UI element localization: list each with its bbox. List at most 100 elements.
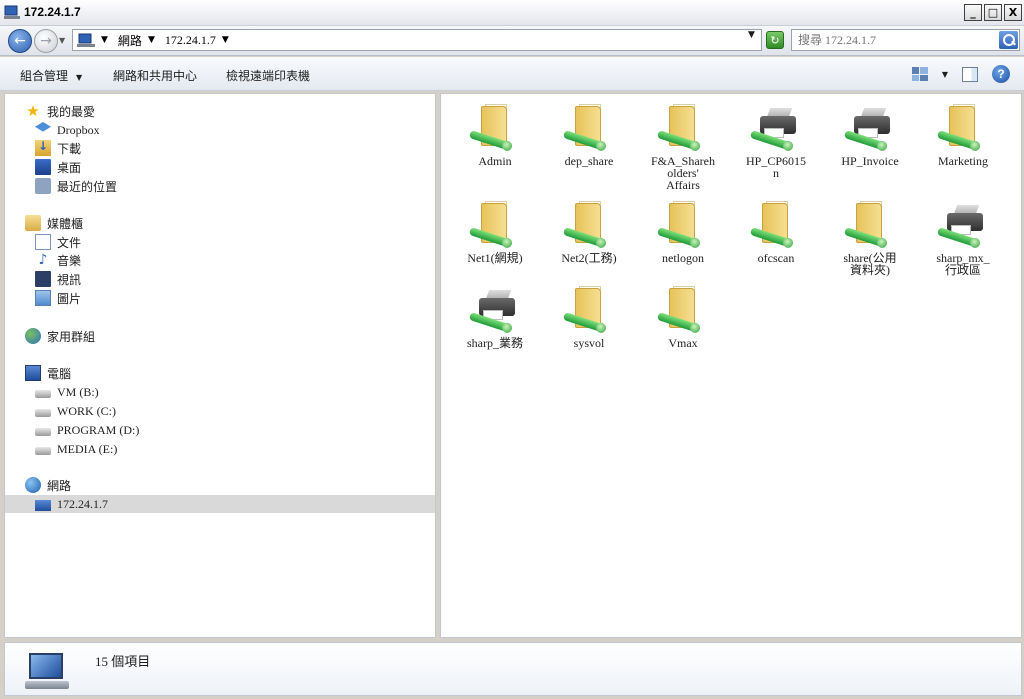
- share-item-admin[interactable]: Admin: [455, 102, 535, 167]
- address-dropdown-icon[interactable]: ▼: [748, 30, 755, 40]
- network-globe-icon: [25, 477, 41, 493]
- shared-folder-icon: [656, 199, 709, 251]
- back-button[interactable]: ←: [8, 29, 32, 53]
- shared-folder-icon: [562, 284, 615, 336]
- printer-item-sharp-mx[interactable]: sharp_mx_ 行政區: [923, 199, 1003, 276]
- search-input[interactable]: [798, 33, 993, 48]
- network-computer-icon: [35, 499, 51, 511]
- close-button[interactable]: X: [1004, 4, 1022, 21]
- address-row: ← → ▼ ▼ 網路 ▼ 172.24.1.7 ▼ ▼ ↻: [0, 26, 1024, 56]
- pictures-icon: [35, 290, 51, 306]
- organize-menu[interactable]: 組合管理 ▼: [20, 67, 82, 84]
- content-pane: Admin dep_share F&A_Shareh olders' Affai…: [440, 93, 1022, 638]
- share-item-marketing[interactable]: Marketing: [923, 102, 1003, 167]
- share-item-fa-shareholders[interactable]: F&A_Shareh olders' Affairs: [643, 102, 723, 191]
- printer-icon: [749, 102, 802, 154]
- printer-icon: [468, 284, 521, 336]
- nav-network[interactable]: 網路: [25, 476, 71, 494]
- nav-drive-d[interactable]: PROGRAM (D:): [35, 421, 139, 439]
- share-item-net1[interactable]: Net1(網規): [455, 199, 535, 264]
- nav-libraries[interactable]: 媒體櫃: [25, 214, 83, 232]
- downloads-folder-icon: [35, 139, 51, 156]
- forward-button[interactable]: →: [34, 29, 58, 53]
- nav-music[interactable]: ♪ 音樂: [35, 251, 81, 269]
- shared-folder-icon: [562, 199, 615, 251]
- command-bar: 組合管理 ▼ 網路和共用中心 檢視遠端印表機 ▼ ?: [0, 57, 1024, 91]
- star-icon: ★: [26, 102, 40, 120]
- network-location-icon: [77, 33, 95, 47]
- title-bar: 172.24.1.7 _ □ X: [0, 0, 1024, 26]
- share-item-ofcscan[interactable]: ofcscan: [736, 199, 816, 264]
- library-icon: [25, 215, 41, 231]
- share-item-dep-share[interactable]: dep_share: [549, 102, 629, 167]
- network-sharing-center-button[interactable]: 網路和共用中心: [113, 67, 197, 84]
- documents-icon: [35, 234, 51, 250]
- system-drive-icon: [35, 409, 51, 417]
- navigation-pane: ★我的最愛 Dropbox 下載 桌面 最近的位置 媒體櫃 文件 ♪音樂 視訊 …: [4, 93, 436, 638]
- printer-item-hp-cp6015[interactable]: HP_CP6015 n: [736, 102, 816, 179]
- item-count: 15 個項目: [95, 654, 151, 669]
- computer-icon: [25, 365, 41, 381]
- share-item-sysvol[interactable]: sysvol: [549, 284, 629, 349]
- shared-folder-icon: [468, 102, 521, 154]
- nav-homegroup[interactable]: 家用群組: [25, 327, 95, 345]
- search-box[interactable]: [791, 29, 1020, 51]
- nav-drive-e[interactable]: MEDIA (E:): [35, 440, 117, 458]
- refresh-button[interactable]: ↻: [766, 31, 784, 49]
- maximize-button[interactable]: □: [984, 4, 1002, 21]
- nav-documents[interactable]: 文件: [35, 233, 81, 251]
- details-pane: 15 個項目: [4, 642, 1022, 696]
- search-icon[interactable]: [999, 31, 1018, 49]
- nav-drive-c[interactable]: WORK (C:): [35, 402, 116, 420]
- view-options-chevron-icon[interactable]: ▼: [942, 70, 948, 79]
- shared-folder-icon: [749, 199, 802, 251]
- nav-dropbox[interactable]: Dropbox: [35, 121, 100, 139]
- shared-folder-icon: [843, 199, 896, 251]
- breadcrumb-network[interactable]: 網路 ▼: [118, 32, 159, 49]
- nav-computer[interactable]: 電腦: [25, 364, 71, 382]
- nav-host-selected[interactable]: 172.24.1.7: [5, 495, 435, 513]
- recent-places-icon: [35, 178, 51, 194]
- preview-pane-icon[interactable]: [962, 66, 978, 82]
- dropbox-icon: [35, 122, 51, 132]
- video-icon: [35, 271, 51, 287]
- share-item-vmax[interactable]: Vmax: [643, 284, 723, 349]
- network-computer-icon: [4, 5, 20, 19]
- minimize-button[interactable]: _: [964, 4, 982, 21]
- drive-icon: [35, 447, 51, 455]
- desktop-icon: [35, 159, 51, 175]
- music-icon: ♪: [38, 252, 48, 268]
- printer-icon: [936, 199, 989, 251]
- shared-folder-icon: [562, 102, 615, 154]
- view-controls: ▼ ?: [911, 65, 1010, 83]
- shared-folder-icon: [468, 199, 521, 251]
- printer-item-sharp-business[interactable]: sharp_業務: [455, 284, 535, 349]
- nav-downloads[interactable]: 下載: [35, 139, 81, 157]
- nav-desktop[interactable]: 桌面: [35, 158, 81, 176]
- nav-drive-b[interactable]: VM (B:): [35, 383, 99, 401]
- nav-recent[interactable]: 最近的位置: [35, 177, 117, 195]
- address-bar[interactable]: ▼ 網路 ▼ 172.24.1.7 ▼: [72, 29, 762, 51]
- change-view-icon[interactable]: [911, 67, 928, 81]
- window-title: 172.24.1.7: [24, 5, 81, 19]
- breadcrumb-root[interactable]: ▼: [101, 35, 112, 45]
- chevron-down-icon: ▼: [76, 73, 83, 82]
- view-remote-printers-button[interactable]: 檢視遠端印表機: [226, 67, 310, 84]
- breadcrumb-host[interactable]: 172.24.1.7 ▼: [165, 33, 233, 48]
- share-item-netlogon[interactable]: netlogon: [643, 199, 723, 264]
- network-computer-icon: [25, 653, 71, 689]
- share-item-share-public[interactable]: share(公用 資料夾): [830, 199, 910, 276]
- share-item-net2[interactable]: Net2(工務): [549, 199, 629, 264]
- help-icon[interactable]: ?: [992, 65, 1010, 83]
- printer-icon: [843, 102, 896, 154]
- nav-favorites[interactable]: ★ 我的最愛: [25, 102, 95, 120]
- shared-folder-icon: [936, 102, 989, 154]
- drive-icon: [35, 428, 51, 436]
- drive-icon: [35, 390, 51, 398]
- shared-folder-icon: [656, 102, 709, 154]
- printer-item-hp-invoice[interactable]: HP_Invoice: [830, 102, 910, 167]
- history-dropdown-icon[interactable]: ▼: [59, 36, 65, 45]
- homegroup-icon: [25, 328, 41, 344]
- nav-pictures[interactable]: 圖片: [35, 289, 81, 307]
- nav-videos[interactable]: 視訊: [35, 270, 81, 288]
